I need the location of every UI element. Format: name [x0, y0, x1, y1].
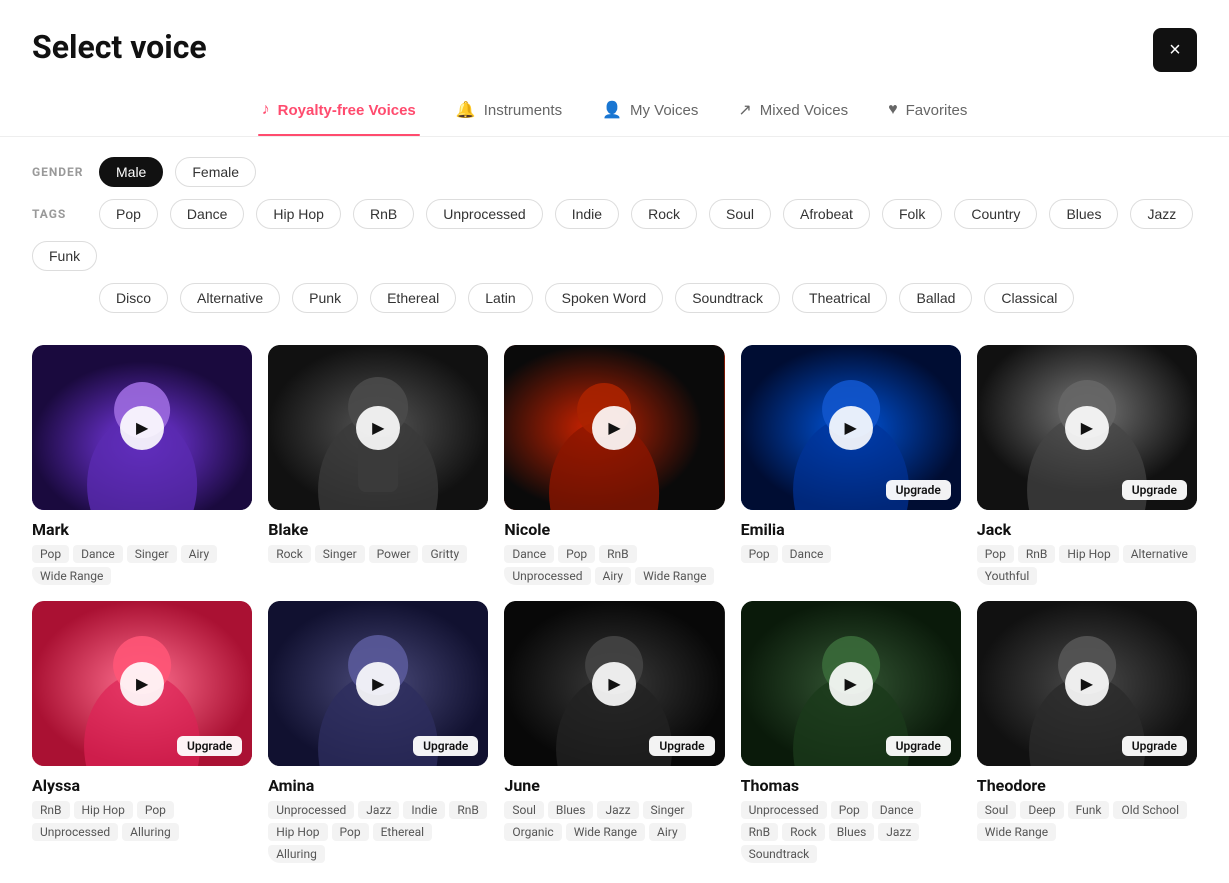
tags-filter-row-2: TAGS Disco Alternative Punk Ethereal Lat…: [32, 283, 1197, 313]
play-button-june[interactable]: ▶: [592, 662, 636, 706]
play-button-thomas[interactable]: ▶: [829, 662, 873, 706]
tag-dance[interactable]: Dance: [170, 199, 244, 229]
voice-name-theodore: Theodore: [977, 776, 1197, 795]
upgrade-badge-amina[interactable]: Upgrade: [413, 736, 478, 756]
heart-icon: ♥: [888, 101, 898, 119]
gender-female-chip[interactable]: Female: [175, 157, 256, 187]
gender-label: GENDER: [32, 165, 87, 179]
tag-soul[interactable]: Soul: [709, 199, 771, 229]
voice-card-thomas[interactable]: ▶ Upgrade Thomas Unprocessed Pop Dance R…: [741, 601, 961, 863]
voice-name-june: June: [504, 776, 724, 795]
upgrade-badge-june[interactable]: Upgrade: [649, 736, 714, 756]
tab-favorites-label: Favorites: [906, 102, 968, 119]
voice-name-mark: Mark: [32, 520, 252, 539]
tag-jazz[interactable]: Jazz: [1130, 199, 1193, 229]
voice-tags-blake: Rock Singer Power Gritty: [268, 545, 488, 563]
voice-card-amina[interactable]: ▶ Upgrade Amina Unprocessed Jazz Indie R…: [268, 601, 488, 863]
bell-icon: 🔔: [456, 100, 476, 120]
tag-rnb[interactable]: RnB: [353, 199, 414, 229]
page-header: Select voice ×: [0, 0, 1229, 72]
filters-section: GENDER Male Female TAGS Pop Dance Hip Ho…: [0, 137, 1229, 313]
voice-tags-nicole: Dance Pop RnB Unprocessed Airy Wide Rang…: [504, 545, 724, 585]
voice-card-mark[interactable]: ▶ Mark Pop Dance Singer Airy Wide Range: [32, 345, 252, 585]
tag-ballad[interactable]: Ballad: [899, 283, 972, 313]
voice-card-june[interactable]: ▶ Upgrade June Soul Blues Jazz Singer Or…: [504, 601, 724, 863]
nav-tabs: ♪ Royalty-free Voices 🔔 Instruments 👤 My…: [0, 72, 1229, 137]
person-icon: 👤: [602, 100, 622, 120]
tag-ethereal[interactable]: Ethereal: [370, 283, 456, 313]
voice-card-emilia[interactable]: ▶ Upgrade Emilia Pop Dance: [741, 345, 961, 585]
tag-rock[interactable]: Rock: [631, 199, 697, 229]
tab-instruments-label: Instruments: [484, 102, 562, 119]
upgrade-badge-emilia[interactable]: Upgrade: [886, 480, 951, 500]
play-button-alyssa[interactable]: ▶: [120, 662, 164, 706]
voice-tags-thomas: Unprocessed Pop Dance RnB Rock Blues Jaz…: [741, 801, 961, 863]
tab-mixed-voices-label: Mixed Voices: [760, 102, 848, 119]
voice-card-nicole[interactable]: ▶ Nicole Dance Pop RnB Unprocessed Airy …: [504, 345, 724, 585]
tag-pop[interactable]: Pop: [99, 199, 158, 229]
tag-hiphop[interactable]: Hip Hop: [256, 199, 341, 229]
voice-tags-theodore: Soul Deep Funk Old School Wide Range: [977, 801, 1197, 841]
voice-tags-june: Soul Blues Jazz Singer Organic Wide Rang…: [504, 801, 724, 841]
voice-name-alyssa: Alyssa: [32, 776, 252, 795]
play-button-nicole[interactable]: ▶: [592, 406, 636, 450]
play-button-blake[interactable]: ▶: [356, 406, 400, 450]
tag-unprocessed[interactable]: Unprocessed: [426, 199, 543, 229]
tab-my-voices-label: My Voices: [630, 102, 698, 119]
tags-label: TAGS: [32, 207, 87, 221]
upgrade-badge-jack[interactable]: Upgrade: [1122, 480, 1187, 500]
voice-name-jack: Jack: [977, 520, 1197, 539]
voice-card-jack[interactable]: ▶ Upgrade Jack Pop RnB Hip Hop Alternati…: [977, 345, 1197, 585]
tag-blues[interactable]: Blues: [1049, 199, 1118, 229]
tab-royalty-free-label: Royalty-free Voices: [278, 102, 416, 119]
gender-filter-row: GENDER Male Female: [32, 157, 1197, 187]
tag-punk[interactable]: Punk: [292, 283, 358, 313]
tag-country[interactable]: Country: [954, 199, 1037, 229]
tag-disco[interactable]: Disco: [99, 283, 168, 313]
play-button-mark[interactable]: ▶: [120, 406, 164, 450]
tag-latin[interactable]: Latin: [468, 283, 532, 313]
play-button-theodore[interactable]: ▶: [1065, 662, 1109, 706]
tags-filter-row: TAGS Pop Dance Hip Hop RnB Unprocessed I…: [32, 199, 1197, 271]
voice-tags-alyssa: RnB Hip Hop Pop Unprocessed Alluring: [32, 801, 252, 841]
voice-tags-emilia: Pop Dance: [741, 545, 961, 563]
tab-mixed-voices[interactable]: ↗ Mixed Voices: [734, 92, 852, 136]
arrow-icon: ↗: [738, 100, 751, 120]
voice-name-emilia: Emilia: [741, 520, 961, 539]
tag-afrobeat[interactable]: Afrobeat: [783, 199, 870, 229]
tab-my-voices[interactable]: 👤 My Voices: [598, 92, 702, 136]
voice-card-blake[interactable]: ▶ Blake Rock Singer Power Gritty: [268, 345, 488, 585]
tag-soundtrack[interactable]: Soundtrack: [675, 283, 780, 313]
upgrade-badge-theodore[interactable]: Upgrade: [1122, 736, 1187, 756]
tab-instruments[interactable]: 🔔 Instruments: [452, 92, 566, 136]
close-button[interactable]: ×: [1153, 28, 1197, 72]
tag-spoken-word[interactable]: Spoken Word: [545, 283, 664, 313]
tag-theatrical[interactable]: Theatrical: [792, 283, 887, 313]
tag-classical[interactable]: Classical: [984, 283, 1074, 313]
upgrade-badge-alyssa[interactable]: Upgrade: [177, 736, 242, 756]
tag-indie[interactable]: Indie: [555, 199, 619, 229]
play-button-emilia[interactable]: ▶: [829, 406, 873, 450]
voice-tags-jack: Pop RnB Hip Hop Alternative Youthful: [977, 545, 1197, 585]
play-button-jack[interactable]: ▶: [1065, 406, 1109, 450]
play-button-amina[interactable]: ▶: [356, 662, 400, 706]
upgrade-badge-thomas[interactable]: Upgrade: [886, 736, 951, 756]
voice-grid: ▶ Mark Pop Dance Singer Airy Wide Range: [0, 325, 1229, 883]
voice-name-thomas: Thomas: [741, 776, 961, 795]
voice-tags-amina: Unprocessed Jazz Indie RnB Hip Hop Pop E…: [268, 801, 488, 863]
tab-royalty-free[interactable]: ♪ Royalty-free Voices: [258, 92, 420, 136]
voice-card-theodore[interactable]: ▶ Upgrade Theodore Soul Deep Funk Old Sc…: [977, 601, 1197, 863]
voice-tags-mark: Pop Dance Singer Airy Wide Range: [32, 545, 252, 585]
tag-alternative[interactable]: Alternative: [180, 283, 280, 313]
tag-folk[interactable]: Folk: [882, 199, 942, 229]
voice-name-nicole: Nicole: [504, 520, 724, 539]
music-icon: ♪: [262, 101, 270, 119]
tab-favorites[interactable]: ♥ Favorites: [884, 92, 971, 136]
voice-card-alyssa[interactable]: ▶ Upgrade Alyssa RnB Hip Hop Pop Unproce…: [32, 601, 252, 863]
voice-name-blake: Blake: [268, 520, 488, 539]
voice-name-amina: Amina: [268, 776, 488, 795]
page-title: Select voice: [32, 28, 207, 66]
gender-male-chip[interactable]: Male: [99, 157, 163, 187]
tag-funk[interactable]: Funk: [32, 241, 97, 271]
